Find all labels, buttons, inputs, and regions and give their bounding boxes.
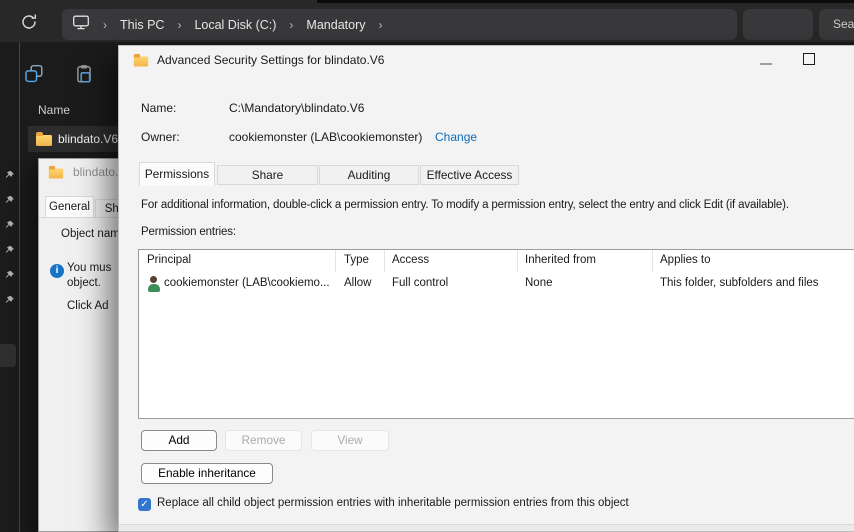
tab-general[interactable]: General [45, 196, 94, 218]
cell-type: Allow [344, 277, 372, 289]
tab-auditing[interactable]: Auditing [319, 165, 419, 185]
pin-icon[interactable] [4, 243, 15, 254]
replace-child-permissions-label: Replace all child object permission entr… [157, 497, 629, 509]
enable-inheritance-button[interactable]: Enable inheritance [141, 463, 273, 484]
permission-entry-row[interactable]: cookiemonster (LAB\cookiemo... Allow Ful… [139, 274, 854, 296]
this-pc-icon[interactable] [72, 14, 90, 35]
info-icon: i [50, 264, 64, 278]
top-hairline [317, 0, 854, 3]
pin-icon[interactable] [4, 193, 15, 204]
name-label: Name: [141, 101, 177, 115]
column-header-applies-to[interactable]: Applies to [660, 254, 711, 266]
refresh-icon[interactable] [20, 13, 38, 31]
dialog-titlebar[interactable]: Advanced Security Settings for blindato.… [133, 53, 384, 67]
folder-icon [48, 165, 64, 179]
permission-entries-label: Permission entries: [141, 226, 236, 238]
folder-icon [133, 53, 149, 67]
cell-inherited-from: None [525, 277, 553, 289]
properties-dialog-title: blindato.V [73, 165, 118, 179]
cell-applies-to: This folder, subfolders and files [660, 277, 819, 289]
breadcrumb-local-disk[interactable]: Local Disk (C:) [194, 18, 276, 32]
owner-label: Owner: [141, 130, 180, 144]
address-bar[interactable]: › This PC › Local Disk (C:) › Mandatory … [62, 9, 737, 40]
tab-sharing[interactable]: Sha [95, 199, 118, 218]
column-divider[interactable] [517, 250, 518, 272]
column-divider[interactable] [384, 250, 385, 272]
tab-effective-access[interactable]: Effective Access [420, 165, 519, 185]
tab-permissions[interactable]: Permissions [139, 162, 215, 186]
column-header-name[interactable]: Name [38, 103, 70, 117]
file-row-selected[interactable]: blindato.V6 [28, 126, 120, 152]
paste-icon[interactable] [74, 64, 94, 84]
name-value: C:\Mandatory\blindato.V6 [229, 101, 365, 115]
properties-dialog-titlebar[interactable]: blindato.V [48, 165, 118, 179]
file-actions-toolbar [0, 42, 118, 100]
breadcrumb-mandatory[interactable]: Mandatory [306, 18, 365, 32]
chevron-icon: › [103, 17, 107, 32]
info-text-line3: Click Ad [67, 300, 109, 312]
user-icon [147, 276, 160, 292]
column-header-principal[interactable]: Principal [147, 254, 191, 266]
chevron-icon: › [177, 17, 182, 32]
info-text-line2: object. [67, 277, 101, 289]
owner-value: cookiemonster (LAB\cookiemonster) [229, 130, 423, 144]
pin-icon[interactable] [4, 168, 15, 179]
permission-entries-table: Principal Type Access Inherited from App… [138, 249, 854, 419]
chevron-icon: › [289, 17, 294, 32]
column-divider[interactable] [652, 250, 653, 272]
cell-principal: cookiemonster (LAB\cookiemo... [164, 277, 330, 289]
replace-child-permissions-checkbox[interactable]: ✓ [138, 498, 151, 511]
file-name: blindato.V6 [58, 132, 119, 146]
column-header-inherited-from[interactable]: Inherited from [525, 254, 596, 266]
maximize-icon[interactable] [803, 53, 815, 65]
cell-access: Full control [392, 277, 449, 289]
chevron-icon: › [378, 17, 383, 32]
rail-selected-indicator[interactable] [0, 344, 16, 367]
remove-button[interactable]: Remove [225, 430, 302, 451]
tab-share[interactable]: Share [217, 165, 318, 185]
pin-icon[interactable] [4, 268, 15, 279]
object-name-label: Object name [61, 228, 118, 240]
pane-divider [19, 42, 20, 532]
search-input[interactable]: Sea [819, 9, 854, 40]
instructions-text: For additional information, double-click… [141, 199, 789, 211]
dialog-footer [119, 524, 854, 531]
breadcrumb-this-pc[interactable]: This PC [120, 18, 164, 32]
explorer-toolbar: › This PC › Local Disk (C:) › Mandatory … [0, 0, 854, 42]
view-button[interactable]: View [311, 430, 389, 451]
column-header-type[interactable]: Type [344, 254, 369, 266]
address-bar-segment[interactable] [743, 9, 813, 40]
dialog-title: Advanced Security Settings for blindato.… [157, 53, 385, 67]
tab-strip-line [39, 217, 118, 218]
pin-icon[interactable] [4, 218, 15, 229]
copy-icon[interactable] [24, 64, 44, 84]
add-button[interactable]: Add [141, 430, 217, 451]
properties-dialog: blindato.V General Sha Object name i You… [38, 158, 118, 532]
pin-icon[interactable] [4, 293, 15, 304]
change-owner-link[interactable]: Change [435, 130, 477, 144]
folder-icon [36, 132, 52, 146]
screen: › This PC › Local Disk (C:) › Mandatory … [0, 0, 854, 532]
minimize-icon[interactable] [760, 63, 772, 65]
advanced-security-dialog: Advanced Security Settings for blindato.… [118, 45, 854, 532]
info-text-line1: You mus [67, 262, 112, 274]
column-header-access[interactable]: Access [392, 254, 429, 266]
column-divider[interactable] [335, 250, 336, 272]
